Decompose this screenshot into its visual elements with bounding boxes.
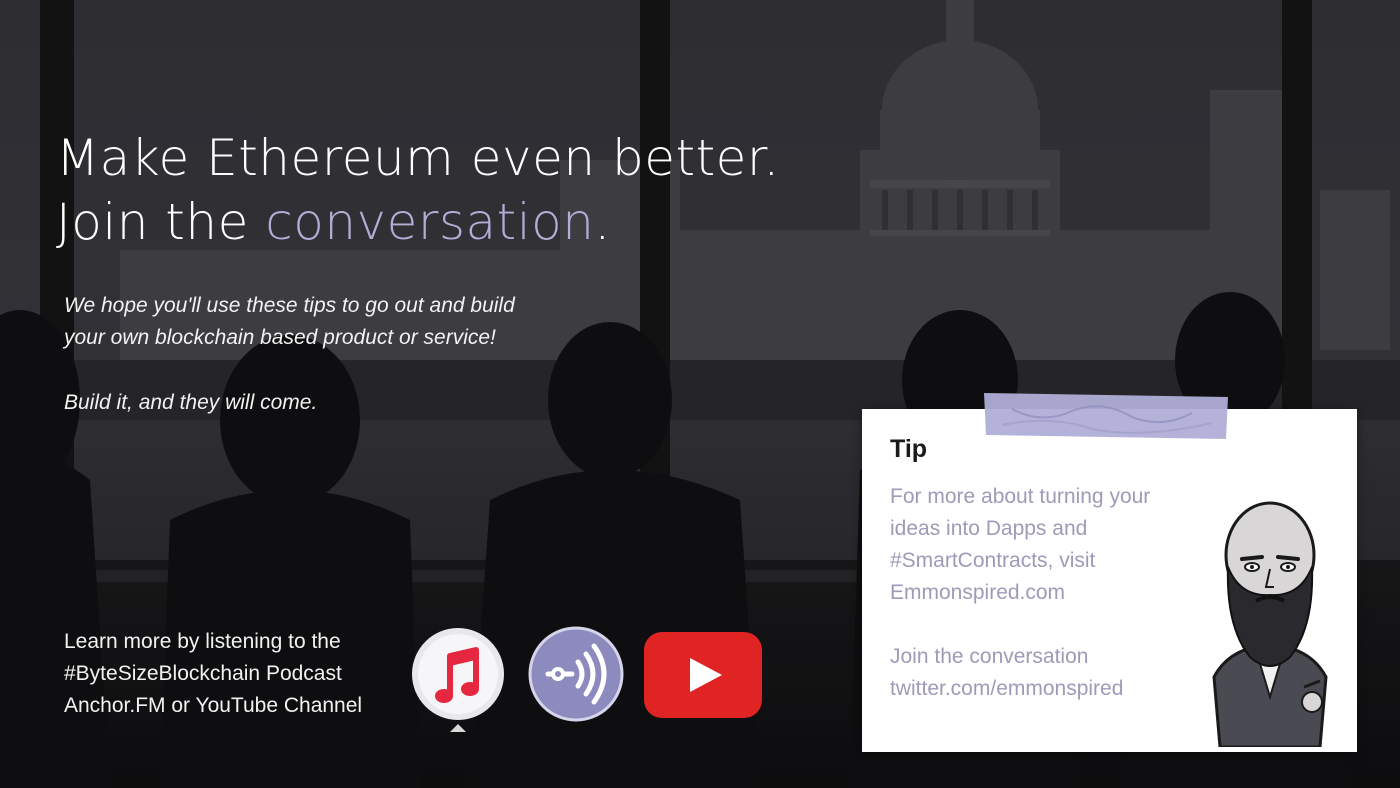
headline-line-1: Make Ethereum even better. [56, 129, 780, 187]
intro-line-1: We hope you'll use these tips to go out … [64, 294, 515, 317]
learn-line-2: #ByteSizeBlockchain Podcast [64, 662, 342, 685]
tip-title: Tip [890, 435, 928, 463]
tip-line-1: For more about turning your [890, 485, 1151, 508]
headline-suffix: . [594, 193, 611, 251]
tip-line-5: Join the conversation [890, 645, 1089, 668]
tip-text: For more about turning your ideas into D… [890, 481, 1210, 705]
headline-prefix: Join the [56, 193, 266, 251]
anchor-fm-icon[interactable] [528, 626, 624, 722]
apple-podcasts-music-icon[interactable] [410, 626, 506, 734]
learn-line-3: Anchor.FM or YouTube Channel [64, 694, 363, 717]
intro-text: We hope you'll use these tips to go out … [64, 290, 624, 419]
intro-line-2: your own blockchain based product or ser… [64, 326, 496, 349]
learn-line-1: Learn more by listening to the [64, 630, 341, 653]
tape-decoration [984, 393, 1228, 439]
tip-line-3: #SmartContracts, visit [890, 549, 1096, 572]
headline-accent: conversation [265, 193, 595, 251]
headline: Make Ethereum even better. Join the conv… [56, 126, 780, 254]
youtube-icon[interactable] [644, 632, 762, 718]
learn-more-text: Learn more by listening to the #ByteSize… [64, 626, 424, 722]
intro-line-3: Build it, and they will come. [64, 391, 318, 414]
headline-line-2: Join the conversation. [56, 190, 780, 254]
tip-card: Tip For more about turning your ideas in… [862, 409, 1357, 752]
tip-line-2: ideas into Dapps and [890, 517, 1088, 540]
tip-link-twitter[interactable]: twitter.com/emmonspired [890, 673, 1210, 705]
avatar [1212, 501, 1328, 747]
tip-link-emmonspired[interactable]: Emmonspired.com [890, 577, 1210, 609]
